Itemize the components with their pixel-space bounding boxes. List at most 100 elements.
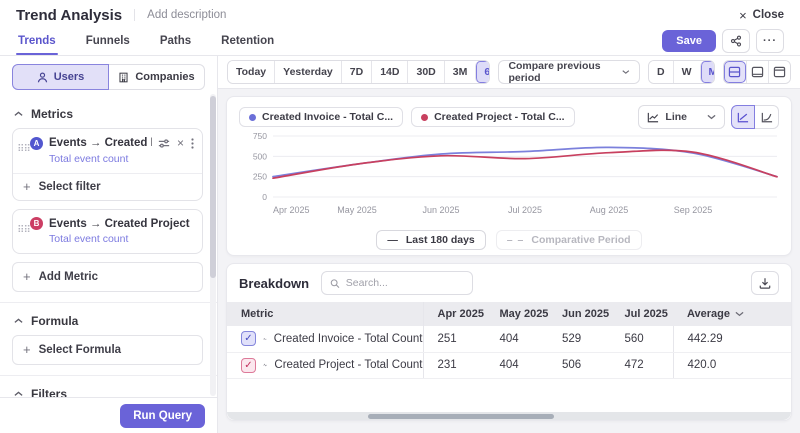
search-icon [330,278,340,289]
legend-chip-invoice[interactable]: Created Invoice - Total C... [239,107,403,127]
svg-text:May 2025: May 2025 [337,205,377,215]
metric-b-title[interactable]: Events → Created Project [49,218,194,230]
date-range-group: Today Yesterday 7D 14D 30D 3M 6M [227,60,490,84]
metric-a-subtitle[interactable]: Total event count [30,150,194,167]
breakdown-search[interactable] [321,271,473,295]
range-30d-button[interactable]: 30D [407,61,443,83]
download-button[interactable] [751,271,779,295]
more-icon: ··· [763,35,777,47]
select-formula-button[interactable]: + Select Formula [12,335,203,365]
share-button[interactable] [722,29,750,53]
metric-b-subtitle[interactable]: Total event count [30,230,194,247]
granularity-week-button[interactable]: W [673,61,700,83]
series-dot-project [421,114,428,121]
tab-retention[interactable]: Retention [219,31,276,54]
linear-toggle-button[interactable] [731,105,755,129]
range-today-button[interactable]: Today [228,61,274,83]
col-header-average[interactable]: Average [673,302,791,326]
share-icon [730,35,742,47]
companies-toggle[interactable]: Companies [109,64,205,90]
layout-split-button[interactable] [724,61,746,83]
granularity-day-button[interactable]: D [649,61,673,83]
breakdown-search-input[interactable] [346,277,464,289]
query-sidebar: Users Companies Metrics ⠿⠿ A Even [0,56,218,433]
check-icon: ✓ [244,360,252,371]
row-metric-name: Created Invoice - Total Count [274,333,423,345]
users-toggle[interactable]: Users [12,64,109,90]
current-period-label: Last 180 days [406,234,475,246]
col-header-jun[interactable]: Jun 2025 [548,302,611,326]
formula-section-header[interactable]: Formula [12,305,203,335]
metric-more-button[interactable] [191,138,194,149]
plus-icon: + [23,272,31,282]
svg-text:250: 250 [253,172,267,182]
chart-type-dropdown[interactable]: Line [638,105,725,129]
tab-paths[interactable]: Paths [158,31,193,54]
drag-handle-icon[interactable]: ⠿⠿ [17,217,30,247]
sidebar-scrollbar[interactable] [210,94,216,396]
metric-a-title[interactable]: Events → Created Invoice [49,137,152,149]
select-filter-inline-button[interactable]: + Select filter [13,173,202,200]
col-header-metric[interactable]: Metric [227,302,423,326]
add-metric-button[interactable]: + Add Metric [12,262,203,292]
legend-chip-project[interactable]: Created Project - Total C... [411,107,575,127]
select-formula-label: Select Formula [39,344,121,356]
col-header-apr[interactable]: Apr 2025 [423,302,486,326]
sliders-icon [158,138,170,149]
remove-metric-button[interactable]: × [177,136,184,150]
horizontal-scrollbar-thumb[interactable] [368,414,554,419]
range-14d-button[interactable]: 14D [371,61,407,83]
activity-icon [263,333,267,345]
metrics-section-header[interactable]: Metrics [12,98,203,128]
close-button[interactable]: × Close [739,8,784,23]
cell-value: 506 [548,352,611,378]
cell-value: 560 [611,326,674,352]
col-header-jul[interactable]: Jul 2025 [611,302,674,326]
filters-section-header[interactable]: Filters [12,378,203,397]
comparative-period-legend-button[interactable]: – – Comparative Period [496,230,642,250]
more-button[interactable]: ··· [756,29,784,53]
cell-value: 404 [486,326,549,352]
solid-line-icon: — [387,234,399,246]
granularity-month-button[interactable]: M [700,61,715,83]
adjust-metric-button[interactable] [158,138,170,149]
row-checkbox-invoice[interactable]: ✓ [241,331,256,346]
save-button[interactable]: Save [662,30,716,52]
layout-table-button[interactable] [768,61,790,83]
compare-dropdown[interactable]: Compare previous period [498,60,640,84]
dashed-line-icon: – – [507,234,525,246]
page-title: Trend Analysis [16,7,122,24]
line-mode-toggle-group [731,105,779,129]
entity-toggle: Users Companies [0,56,217,96]
range-3m-button[interactable]: 3M [444,61,476,83]
series-dot-invoice [249,114,256,121]
cell-average: 420.0 [673,352,791,378]
tab-trends[interactable]: Trends [16,31,58,54]
trend-chart[interactable]: 0250500750Apr 2025May 2025Jun 2025Jul 20… [239,129,779,228]
activity-icon [263,359,267,371]
range-6m-button[interactable]: 6M [475,61,490,83]
add-description-button[interactable]: Add description [134,9,226,21]
user-icon [37,72,48,83]
svg-text:500: 500 [253,151,267,161]
close-label: Close [753,9,784,21]
breakdown-card: Breakdown Metric Apr 2025 [226,263,792,421]
tab-funnels[interactable]: Funnels [84,31,132,54]
col-header-may[interactable]: May 2025 [486,302,549,326]
drag-handle-icon[interactable]: ⠿⠿ [17,136,30,167]
layout-table-icon [773,66,786,78]
trend-chart-svg: 0250500750Apr 2025May 2025Jun 2025Jul 20… [239,129,781,225]
sidebar-scrollbar-thumb[interactable] [210,96,216,278]
remove-metric-icon: × [177,136,184,150]
sort-chevron-icon [735,311,744,317]
row-checkbox-project[interactable]: ✓ [241,358,256,373]
range-7d-button[interactable]: 7D [341,61,371,83]
current-period-legend-button[interactable]: — Last 180 days [376,230,485,250]
users-toggle-label: Users [54,71,85,83]
run-query-button[interactable]: Run Query [120,404,205,428]
svg-text:Jun 2025: Jun 2025 [422,205,459,215]
layout-chart-button[interactable] [746,61,768,83]
horizontal-scrollbar[interactable] [227,412,791,420]
cumulative-toggle-button[interactable] [755,105,779,129]
range-yesterday-button[interactable]: Yesterday [274,61,341,83]
